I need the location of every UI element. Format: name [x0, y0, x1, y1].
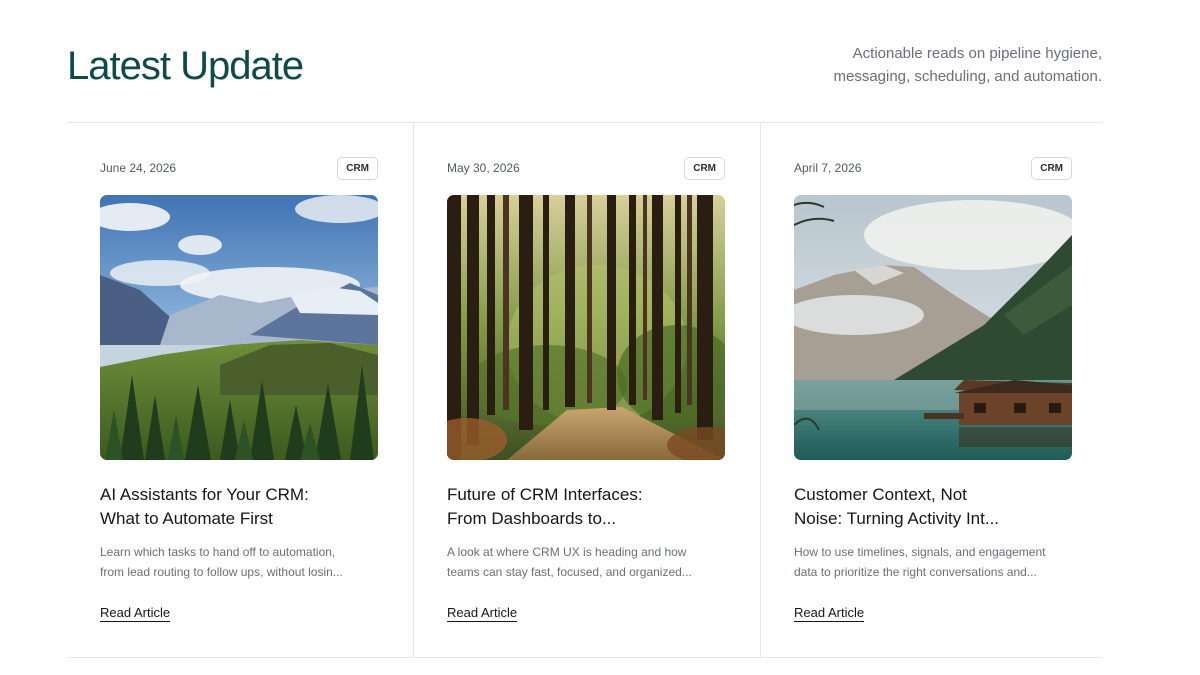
read-article-link[interactable]: Read Article [794, 605, 865, 622]
article-title[interactable]: Future of CRM Interfaces: From Dashboard… [447, 483, 707, 531]
article-excerpt-line: from lead routing to follow ups, without… [100, 565, 343, 579]
article-excerpt: How to use timelines, signals, and engag… [794, 542, 1074, 582]
article-thumbnail[interactable] [447, 195, 725, 460]
article-excerpt-line: teams can stay fast, focused, and organi… [447, 565, 692, 579]
article-meta: June 24, 2026 CRM [100, 156, 378, 180]
read-article-link[interactable]: Read Article [100, 605, 171, 622]
article-title-line: AI Assistants for Your CRM: [100, 485, 309, 504]
article-title-line: Noise: Turning Activity Int... [794, 509, 1000, 528]
article-card[interactable]: June 24, 2026 CRM AI Assistants for Your… [67, 123, 413, 657]
subtitle-line: Actionable reads on pipeline hygiene, [852, 45, 1102, 62]
article-excerpt-line: Learn which tasks to hand off to automat… [100, 545, 336, 559]
article-title[interactable]: AI Assistants for Your CRM: What to Auto… [100, 483, 360, 531]
category-tag[interactable]: CRM [1031, 156, 1072, 180]
lake-cabin-image [794, 195, 1072, 460]
forest-path-image [447, 195, 725, 460]
article-title-line: Future of CRM Interfaces: [447, 485, 643, 504]
article-card[interactable]: May 30, 2026 CRM Future of CRM Interface… [413, 123, 760, 657]
article-date: June 24, 2026 [100, 161, 177, 175]
article-title-line: From Dashboards to... [447, 509, 617, 528]
article-excerpt: Learn which tasks to hand off to automat… [100, 542, 380, 582]
article-date: May 30, 2026 [447, 161, 520, 175]
article-excerpt-line: A look at where CRM UX is heading and ho… [447, 545, 687, 559]
article-meta: May 30, 2026 CRM [447, 156, 725, 180]
article-title-line: What to Automate First [100, 509, 273, 528]
article-excerpt: A look at where CRM UX is heading and ho… [447, 542, 727, 582]
category-tag[interactable]: CRM [684, 156, 725, 180]
article-thumbnail[interactable] [100, 195, 378, 460]
article-title-line: Customer Context, Not [794, 485, 967, 504]
category-tag[interactable]: CRM [337, 156, 378, 180]
page-subtitle: Actionable reads on pipeline hygiene, me… [742, 42, 1102, 88]
article-date: April 7, 2026 [794, 161, 862, 175]
page-title: Latest Update [67, 44, 304, 88]
article-card[interactable]: April 7, 2026 CRM Customer Context, Not … [760, 123, 1107, 657]
article-title[interactable]: Customer Context, Not Noise: Turning Act… [794, 483, 1054, 531]
article-excerpt-line: How to use timelines, signals, and engag… [794, 545, 1046, 559]
article-thumbnail[interactable] [794, 195, 1072, 460]
subtitle-line: messaging, scheduling, and automation. [833, 68, 1102, 85]
article-excerpt-line: data to prioritize the right conversatio… [794, 565, 1037, 579]
mountain-valley-image [100, 195, 378, 460]
read-article-link[interactable]: Read Article [447, 605, 518, 622]
article-meta: April 7, 2026 CRM [794, 156, 1072, 180]
article-grid: June 24, 2026 CRM AI Assistants for Your… [67, 122, 1102, 658]
